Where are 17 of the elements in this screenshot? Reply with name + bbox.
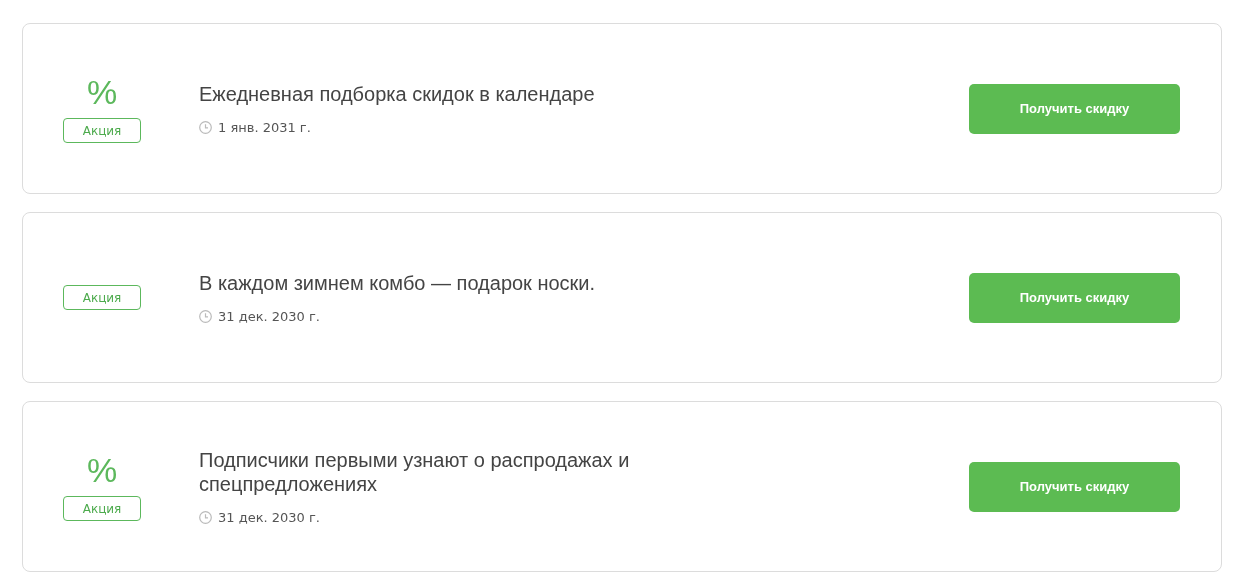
promo-badge: Акция — [63, 496, 141, 521]
promo-title: Ежедневная подборка скидок в календаре — [199, 82, 596, 106]
percent-sign: % — [86, 74, 118, 110]
promo-title: В каждом зимнем комбо — подарок носки. — [199, 271, 597, 295]
percent-sign: % — [86, 452, 118, 488]
promo-badge: Акция — [63, 285, 141, 310]
promo-badge: Акция — [63, 118, 141, 143]
promo-title: Подписчики первыми узнают о распродажах и спецпредложениях — [199, 448, 631, 496]
clock-icon — [199, 310, 212, 323]
promo-date: 31 дек. 2030 г. — [218, 510, 320, 525]
get-discount-button[interactable]: Получить скидку — [969, 272, 1180, 323]
get-discount-button[interactable]: Получить скидку — [969, 461, 1180, 512]
promo-date: 31 дек. 2030 г. — [218, 309, 320, 324]
promo-date: 1 янв. 2031 г. — [218, 120, 311, 135]
clock-icon — [199, 121, 212, 134]
clock-icon — [199, 511, 212, 524]
get-discount-button[interactable]: Получить скидку — [969, 83, 1180, 134]
